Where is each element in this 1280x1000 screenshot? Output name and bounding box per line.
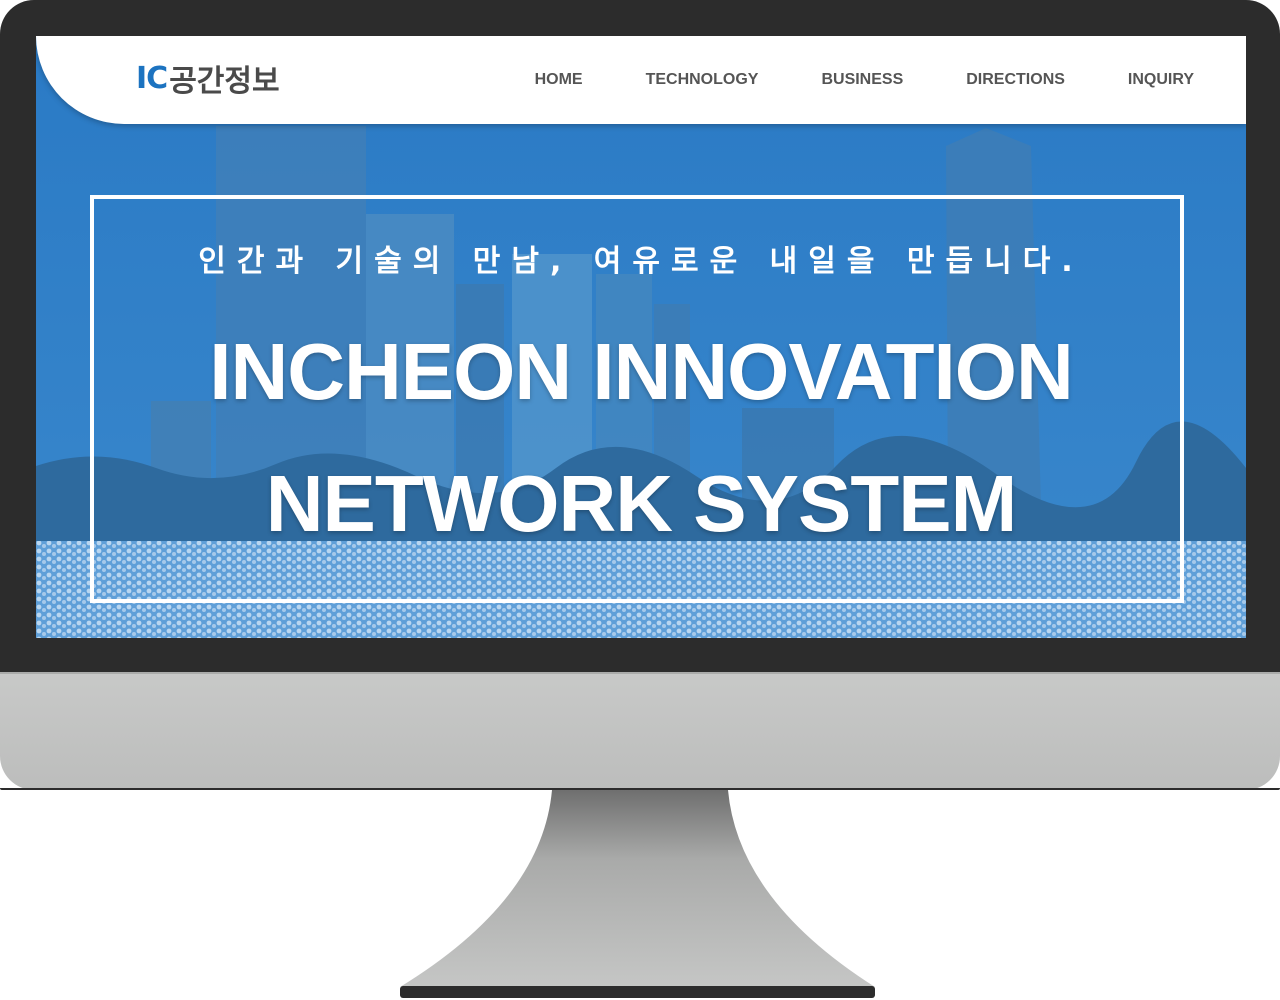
logo-text: 공간정보 [169, 64, 280, 99]
screen: IC 공간정보 HOME TECHNOLOGY BUSINESS DIRECTI… [36, 36, 1246, 638]
site-header: IC 공간정보 HOME TECHNOLOGY BUSINESS DIRECTI… [36, 36, 1246, 124]
hero-title-line2: NETWORK SYSTEM [265, 459, 1017, 548]
logo[interactable]: IC 공간정보 [136, 58, 280, 100]
nav-item-directions[interactable]: DIRECTIONS [966, 71, 1065, 89]
logo-mark: IC [136, 60, 168, 96]
hero-slogan: 인간과 기술의 만남, 여유로운 내일을 만듭니다. [198, 244, 1084, 279]
main-nav: HOME TECHNOLOGY BUSINESS DIRECTIONS INQU… [472, 66, 1194, 94]
nav-item-inquiry[interactable]: INQUIRY [1128, 71, 1194, 89]
hero-title-line1: INCHEON INNOVATION [209, 327, 1073, 416]
nav-item-home[interactable]: HOME [535, 71, 583, 89]
nav-item-technology[interactable]: TECHNOLOGY [646, 71, 759, 89]
nav-item-business[interactable]: BUSINESS [821, 71, 903, 89]
